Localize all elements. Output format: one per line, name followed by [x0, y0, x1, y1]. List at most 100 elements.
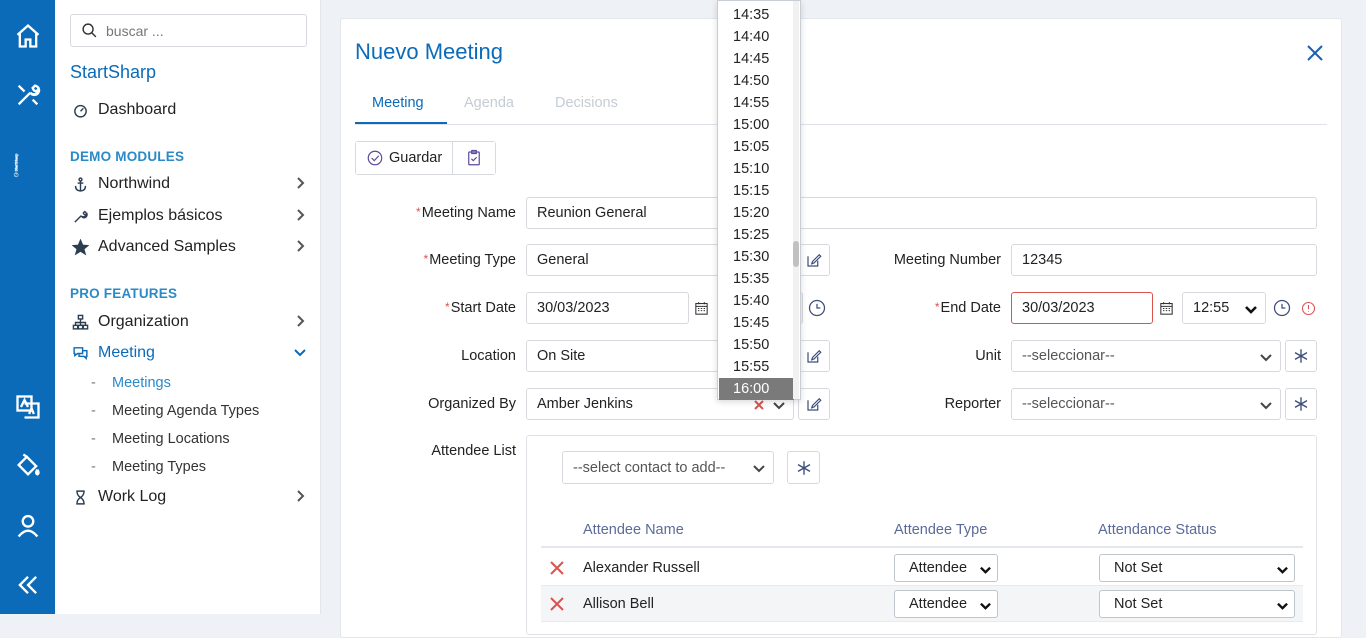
time-option[interactable]: 15:40 — [719, 290, 794, 312]
chevron-down-icon — [773, 399, 785, 411]
delete-icon[interactable] — [549, 560, 565, 576]
dash-marker: - — [91, 431, 96, 447]
chevron-right-icon — [294, 314, 308, 328]
chevron-down-icon — [1260, 399, 1272, 411]
chevron-down-icon — [294, 345, 308, 359]
sidebar-item-label: Advanced Samples — [98, 238, 236, 255]
add-contact-button[interactable] — [787, 451, 820, 484]
end-time-select[interactable]: 12:55 — [1182, 292, 1266, 324]
meeting-name-field[interactable]: Reunion General — [526, 197, 1317, 229]
sidebar-item-organization[interactable]: Organization — [70, 310, 310, 334]
attendance-status-select[interactable]: Not Set — [1099, 554, 1295, 582]
section-demo-modules: DEMO MODULES — [70, 149, 185, 164]
attendee-type-select[interactable]: Attendee — [894, 554, 998, 582]
sidebar-item-advanced-samples[interactable]: Advanced Samples — [70, 235, 310, 259]
clear-icon[interactable] — [753, 399, 765, 411]
time-option-highlighted[interactable]: 16:00 — [719, 378, 794, 400]
asterisk-icon — [1294, 349, 1308, 363]
translate-icon[interactable] — [10, 389, 45, 424]
dropdown-scrollbar[interactable] — [793, 1, 799, 399]
time-option[interactable]: 15:20 — [719, 202, 794, 224]
toolbar: Guardar — [355, 141, 497, 175]
reporter-select[interactable]: --seleccionar-- — [1011, 388, 1281, 420]
column-header-attendance-status[interactable]: Attendance Status — [1098, 522, 1217, 538]
column-header-attendee-name[interactable]: Attendee Name — [583, 522, 684, 538]
time-option[interactable]: 15:45 — [719, 312, 794, 334]
end-date-field[interactable]: 30/03/2023 — [1011, 292, 1153, 324]
sidebar-item-dashboard[interactable]: Dashboard — [70, 98, 310, 122]
time-option[interactable]: 15:25 — [719, 224, 794, 246]
time-option[interactable]: 15:05 — [719, 136, 794, 158]
time-option[interactable]: 15:10 — [719, 158, 794, 180]
sidebar-item-meeting[interactable]: Meeting — [70, 341, 310, 365]
time-option[interactable]: 15:35 — [719, 268, 794, 290]
apply-changes-button[interactable] — [452, 142, 496, 174]
sidebar-item-northwind[interactable]: Northwind — [70, 172, 310, 196]
meeting-name-label: *Meeting Name — [416, 205, 516, 221]
brand-text: StartSharp — [15, 154, 19, 172]
sidebar-sub-meeting-agenda-types[interactable]: - Meeting Agenda Types — [91, 401, 259, 421]
edit-location-button[interactable] — [798, 340, 830, 372]
add-reporter-button[interactable] — [1285, 388, 1317, 420]
time-option[interactable]: 15:55 — [719, 356, 794, 378]
scrollbar-thumb[interactable] — [793, 241, 799, 267]
sidebar-sub-meeting-types[interactable]: - Meeting Types — [91, 457, 206, 477]
hourglass-icon — [70, 487, 90, 507]
clock-icon[interactable] — [805, 296, 829, 320]
sidebar-item-label: Work Log — [98, 488, 167, 505]
tab-meeting[interactable]: Meeting — [372, 95, 424, 111]
dialog-title: Nuevo Meeting — [355, 39, 503, 64]
search-input[interactable]: buscar ... — [70, 14, 307, 47]
tools-icon[interactable] — [10, 77, 45, 112]
tab-bar: Meeting Agenda Decisions — [355, 87, 1327, 125]
edit-organizer-button[interactable] — [798, 388, 830, 420]
time-option[interactable]: 14:40 — [719, 26, 794, 48]
dash-marker: - — [91, 403, 96, 419]
org-chart-icon — [70, 312, 90, 332]
unit-select[interactable]: --seleccionar-- — [1011, 340, 1281, 372]
time-option[interactable]: 15:15 — [719, 180, 794, 202]
time-option[interactable]: 14:45 — [719, 48, 794, 70]
time-option[interactable]: 14:35 — [719, 4, 794, 26]
sidebar: buscar ... StartSharp Dashboard DEMO MOD… — [55, 0, 321, 614]
column-header-attendee-type[interactable]: Attendee Type — [894, 522, 987, 538]
asterisk-icon — [1294, 397, 1308, 411]
tab-decisions[interactable]: Decisions — [555, 95, 618, 111]
paint-bucket-icon[interactable] — [10, 447, 45, 482]
unit-label: Unit — [975, 348, 1001, 364]
home-icon[interactable] — [10, 18, 45, 53]
sidebar-item-label: Organization — [98, 313, 189, 330]
user-icon[interactable] — [10, 508, 45, 543]
sidebar-sub-meeting-locations[interactable]: - Meeting Locations — [91, 429, 230, 449]
close-icon[interactable] — [1305, 43, 1325, 63]
time-option[interactable]: 14:55 — [719, 92, 794, 114]
sidebar-sub-label: Meeting Agenda Types — [112, 403, 260, 419]
sidebar-item-basic-samples[interactable]: Ejemplos básicos — [70, 204, 310, 228]
add-unit-button[interactable] — [1285, 340, 1317, 372]
chevron-right-icon — [294, 176, 308, 190]
time-option[interactable]: 14:50 — [719, 70, 794, 92]
calendar-icon[interactable] — [1154, 296, 1178, 320]
start-time-dropdown-list[interactable]: 14:35 14:40 14:45 14:50 14:55 15:00 15:0… — [717, 0, 801, 400]
start-date-field[interactable]: 30/03/2023 — [526, 292, 689, 324]
tab-agenda[interactable]: Agenda — [464, 95, 514, 111]
collapse-icon[interactable] — [10, 567, 45, 602]
contact-select[interactable]: --select contact to add-- — [562, 451, 774, 484]
chevron-right-icon — [294, 489, 308, 503]
clipboard-check-icon — [468, 149, 481, 166]
wrench-icon — [70, 206, 90, 226]
save-button[interactable]: Guardar — [356, 142, 453, 174]
clock-icon[interactable] — [1270, 296, 1294, 320]
meeting-number-field[interactable]: 12345 — [1011, 244, 1317, 276]
brand-logo: StartSharp — [13, 154, 19, 178]
time-option[interactable]: 15:00 — [719, 114, 794, 136]
time-option[interactable]: 15:30 — [719, 246, 794, 268]
time-option[interactable]: 15:50 — [719, 334, 794, 356]
chat-icon — [70, 343, 90, 363]
edit-meeting-type-button[interactable] — [798, 244, 830, 276]
calendar-icon[interactable] — [689, 296, 713, 320]
sidebar-item-label: Dashboard — [98, 101, 177, 118]
sidebar-item-work-log[interactable]: Work Log — [70, 485, 310, 509]
sidebar-sub-meetings[interactable]: - Meetings — [91, 373, 171, 393]
delete-icon[interactable] — [549, 596, 565, 612]
